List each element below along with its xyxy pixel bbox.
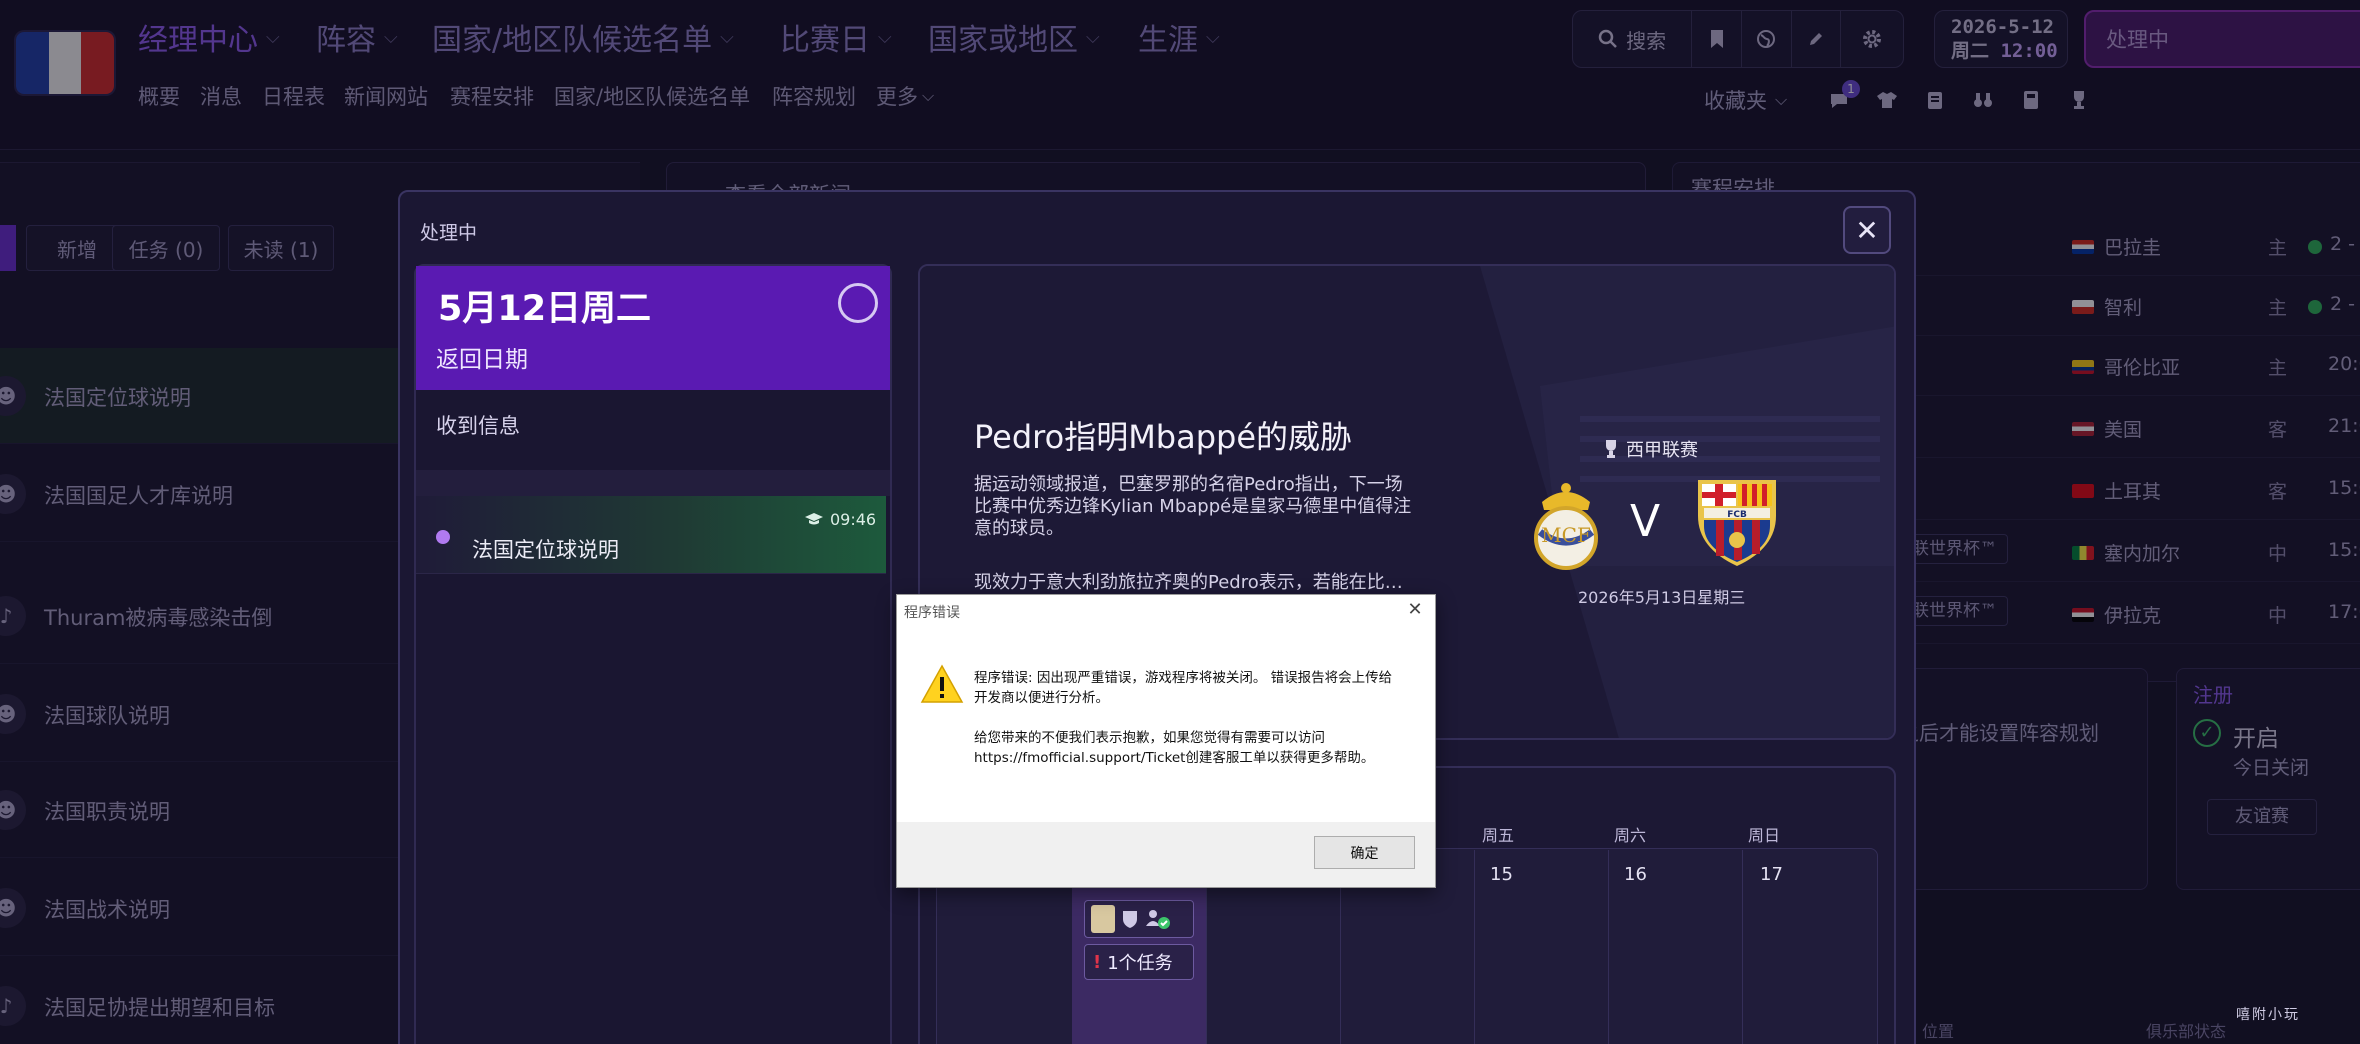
inbox-divider — [416, 470, 890, 496]
error-close-button[interactable]: ✕ — [1405, 599, 1425, 620]
calendar-day-header: 周日 — [1748, 826, 1781, 845]
modal-close-button[interactable]: ✕ — [1843, 206, 1891, 254]
svg-text:FCB: FCB — [1727, 510, 1747, 520]
error-dialog-title: 程序错误 — [904, 605, 960, 621]
svg-text:MCF: MCF — [1541, 523, 1591, 547]
calendar-date-number: 16 — [1624, 864, 1647, 885]
error-message: 程序错误: 因出现严重错误，游戏程序将被关闭。 错误报告将会上传给开发商以便进行… — [974, 670, 1393, 706]
calendar-day-header: 周五 — [1482, 826, 1515, 845]
watermark-text: 嘻附小玩 — [2236, 1007, 2300, 1023]
trophy-icon — [1606, 440, 1616, 458]
calendar-day-header: 周六 — [1614, 826, 1647, 845]
inbox-date: 5月12日周二 — [438, 289, 652, 329]
calendar-event-icons[interactable] — [1084, 900, 1194, 938]
calendar-date-number: 17 — [1760, 864, 1783, 885]
ok-button[interactable]: 确定 — [1314, 836, 1415, 869]
error-help-message: 给您带来的不便我们表示抱歉，如果您觉得有需要可以访问https://fmoffi… — [974, 730, 1375, 766]
match-league: 西甲联赛 — [1604, 436, 1698, 462]
shield-icon — [1123, 911, 1137, 928]
received-messages-label: 收到信息 — [436, 414, 520, 438]
unread-dot — [436, 530, 450, 544]
versus-label: V — [1630, 496, 1661, 547]
warning-icon — [920, 664, 964, 703]
calendar-task-badge[interactable]: ! 1个任务 — [1084, 944, 1194, 980]
barcelona-crest-icon: FCB — [1698, 480, 1776, 566]
league-name: 西甲联赛 — [1626, 440, 1698, 461]
task-count: 1个任务 — [1107, 953, 1173, 974]
real-madrid-crest-icon: MCF — [1534, 483, 1598, 570]
news-body: 据运动领域报道，巴塞罗那的名宿Pedro指出，下一场比赛中优秀边锋Kylian … — [974, 474, 1412, 539]
back-to-date-link[interactable]: 返回日期 — [436, 340, 528, 374]
modal-title: 处理中 — [420, 222, 478, 244]
close-icon: ✕ — [1855, 213, 1879, 247]
inbox-message-title: 法国定位球说明 — [472, 538, 619, 562]
alert-icon: ! — [1093, 951, 1102, 973]
news-body-more: 现效力于意大利劲旅拉齐奥的Pedro表示，若能在比… — [974, 572, 1403, 593]
training-icon — [1091, 905, 1115, 933]
graduation-cap-icon — [805, 513, 823, 525]
watermark-logo: 嘻附小玩 — [2236, 1004, 2300, 1024]
inbox-message-time: 09:46 — [830, 510, 877, 529]
match-date: 2026年5月13日星期三 — [1578, 588, 1746, 607]
news-headline: Pedro指明Mbappé的威胁 — [974, 418, 1353, 456]
calendar-date-number: 15 — [1490, 864, 1513, 885]
close-icon: ✕ — [1407, 599, 1423, 620]
loading-spinner-icon — [838, 283, 878, 323]
user-check-icon — [1146, 910, 1170, 929]
